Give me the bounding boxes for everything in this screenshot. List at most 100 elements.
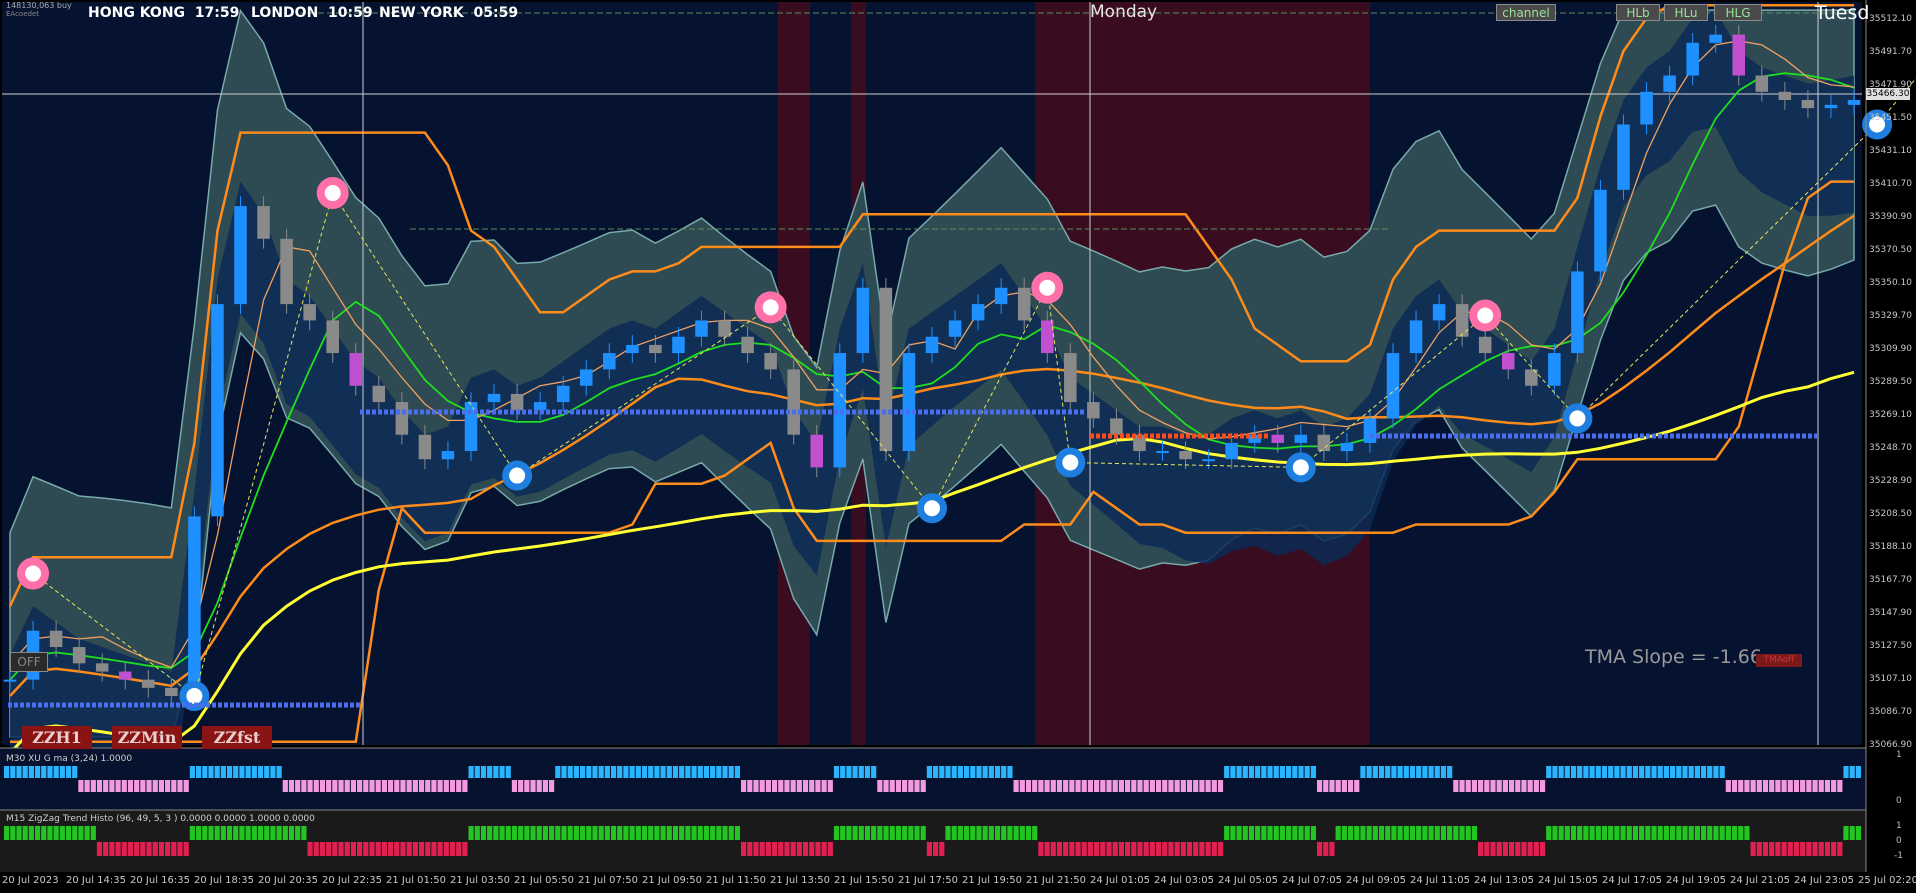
ind1-bar: [1490, 780, 1496, 792]
candle-body: [510, 393, 524, 411]
ind1-bar: [1453, 780, 1459, 792]
ind2-bar: [1069, 842, 1075, 856]
hlg-button[interactable]: HLG: [1714, 4, 1762, 21]
day-label-monday: Monday: [1090, 2, 1158, 22]
ind2-bar: [1267, 826, 1273, 840]
ind2-bar: [809, 842, 815, 856]
price-tick-label: 35451.50: [1869, 113, 1912, 123]
zzfst-button[interactable]: ZZfst: [202, 726, 272, 749]
ind1-bar: [994, 766, 1001, 778]
off-toggle-button[interactable]: OFF: [10, 652, 48, 672]
ind1-bar: [1818, 780, 1824, 792]
hlu-button[interactable]: HLu: [1664, 4, 1708, 21]
candle-body: [372, 385, 386, 403]
ind1-bar: [771, 780, 778, 792]
time-tick-label: 24 Jul 03:05: [1154, 875, 1214, 886]
ind2-bar: [1063, 842, 1069, 856]
ind2-bar: [505, 826, 511, 840]
ind2-bar: [1193, 842, 1199, 856]
ind2-bar: [567, 826, 573, 840]
price-tick-label: 35066.90: [1869, 740, 1912, 750]
candle-body: [1202, 459, 1215, 462]
ind1-bar: [16, 766, 22, 778]
ind1-bar: [716, 766, 722, 778]
ind2-bar: [908, 826, 914, 840]
ind2-bar: [1756, 842, 1762, 856]
ind1-bar: [617, 766, 623, 778]
ind1-bar: [573, 766, 579, 778]
ind2-bar: [295, 826, 301, 840]
ind1-bar: [84, 780, 90, 792]
ind1-bar: [697, 766, 703, 778]
candle-body: [234, 206, 247, 305]
ind1-bar: [1428, 766, 1434, 778]
ind2-bar: [1056, 842, 1063, 856]
ind1-scale-top: 1: [1896, 750, 1902, 760]
candle-body: [626, 344, 639, 354]
ind1-bar: [1075, 780, 1081, 792]
ind2-bar: [1800, 842, 1806, 856]
ind1-bar: [72, 766, 78, 778]
ind1-bar: [282, 780, 288, 792]
ind1-bar: [47, 766, 53, 778]
chart-canvas: [0, 0, 1916, 893]
candle-body: [971, 304, 985, 321]
ind2-bar: [1546, 826, 1552, 840]
ind2-bar: [542, 826, 549, 840]
ind1-bar: [1323, 780, 1329, 792]
hlb-button[interactable]: HLb: [1616, 4, 1660, 21]
zzh1-button[interactable]: ZZH1: [22, 726, 92, 749]
ind1-bar: [1676, 766, 1682, 778]
ind1-bar: [1787, 780, 1793, 792]
time-tick-label: 24 Jul 21:05: [1730, 875, 1790, 886]
indicator1-label: M30 XU G ma (3,24) 1.0000: [6, 754, 133, 764]
candle-body: [142, 679, 155, 688]
ind2-bar: [1087, 842, 1094, 856]
ind1-bar: [264, 766, 270, 778]
time-tick-label: 20 Jul 16:35: [130, 875, 190, 886]
ind1-bar: [276, 766, 282, 778]
zzmin-button[interactable]: ZZMin: [112, 726, 182, 749]
ind2-bar: [72, 826, 78, 840]
ind1-bar: [1471, 780, 1478, 792]
ind2-bar: [1329, 842, 1335, 856]
ind1-bar: [177, 780, 183, 792]
ind2-bar: [276, 826, 282, 840]
candle-body: [1225, 442, 1238, 460]
candle-body: [948, 320, 962, 337]
ind1-bar: [103, 780, 109, 792]
ind2-bar: [784, 842, 790, 856]
ind1-bar: [1137, 780, 1143, 792]
ind2-bar: [1645, 826, 1651, 840]
ind1-bar: [747, 780, 753, 792]
ind1-bar: [350, 780, 357, 792]
ind1-bar: [1843, 766, 1849, 778]
time-tick-label: 20 Jul 14:35: [66, 875, 126, 886]
ind2-bar: [1162, 842, 1168, 856]
ind2-bar: [1050, 842, 1056, 856]
ind2-bar: [1248, 826, 1255, 840]
ind1-bar: [505, 766, 511, 778]
ind2-bar: [1812, 842, 1818, 856]
channel-button[interactable]: channel: [1496, 4, 1556, 21]
ind2-bar: [1508, 842, 1515, 856]
ind2-bar: [1186, 842, 1193, 856]
ind2-bar: [1409, 826, 1416, 840]
candle-body: [303, 304, 316, 321]
ind1-bar: [1688, 766, 1694, 778]
tma-slope-readout: TMA Slope = -1.66: [1585, 646, 1762, 668]
candle-body: [257, 206, 270, 239]
ind1-bar: [1038, 780, 1044, 792]
ind1-bar: [784, 780, 790, 792]
ind2-bar: [1118, 842, 1124, 856]
ind2-bar: [939, 842, 945, 856]
ind1-bar: [598, 766, 604, 778]
ind2-bar: [1515, 842, 1521, 856]
ind1-bar: [703, 766, 710, 778]
ind1-bar: [920, 780, 926, 792]
ind1-bar: [592, 766, 598, 778]
ind2-bar: [28, 826, 34, 840]
candle-body: [1064, 353, 1077, 403]
time-tick-label: 24 Jul 11:05: [1410, 875, 1470, 886]
ind2-bar: [1124, 842, 1131, 856]
